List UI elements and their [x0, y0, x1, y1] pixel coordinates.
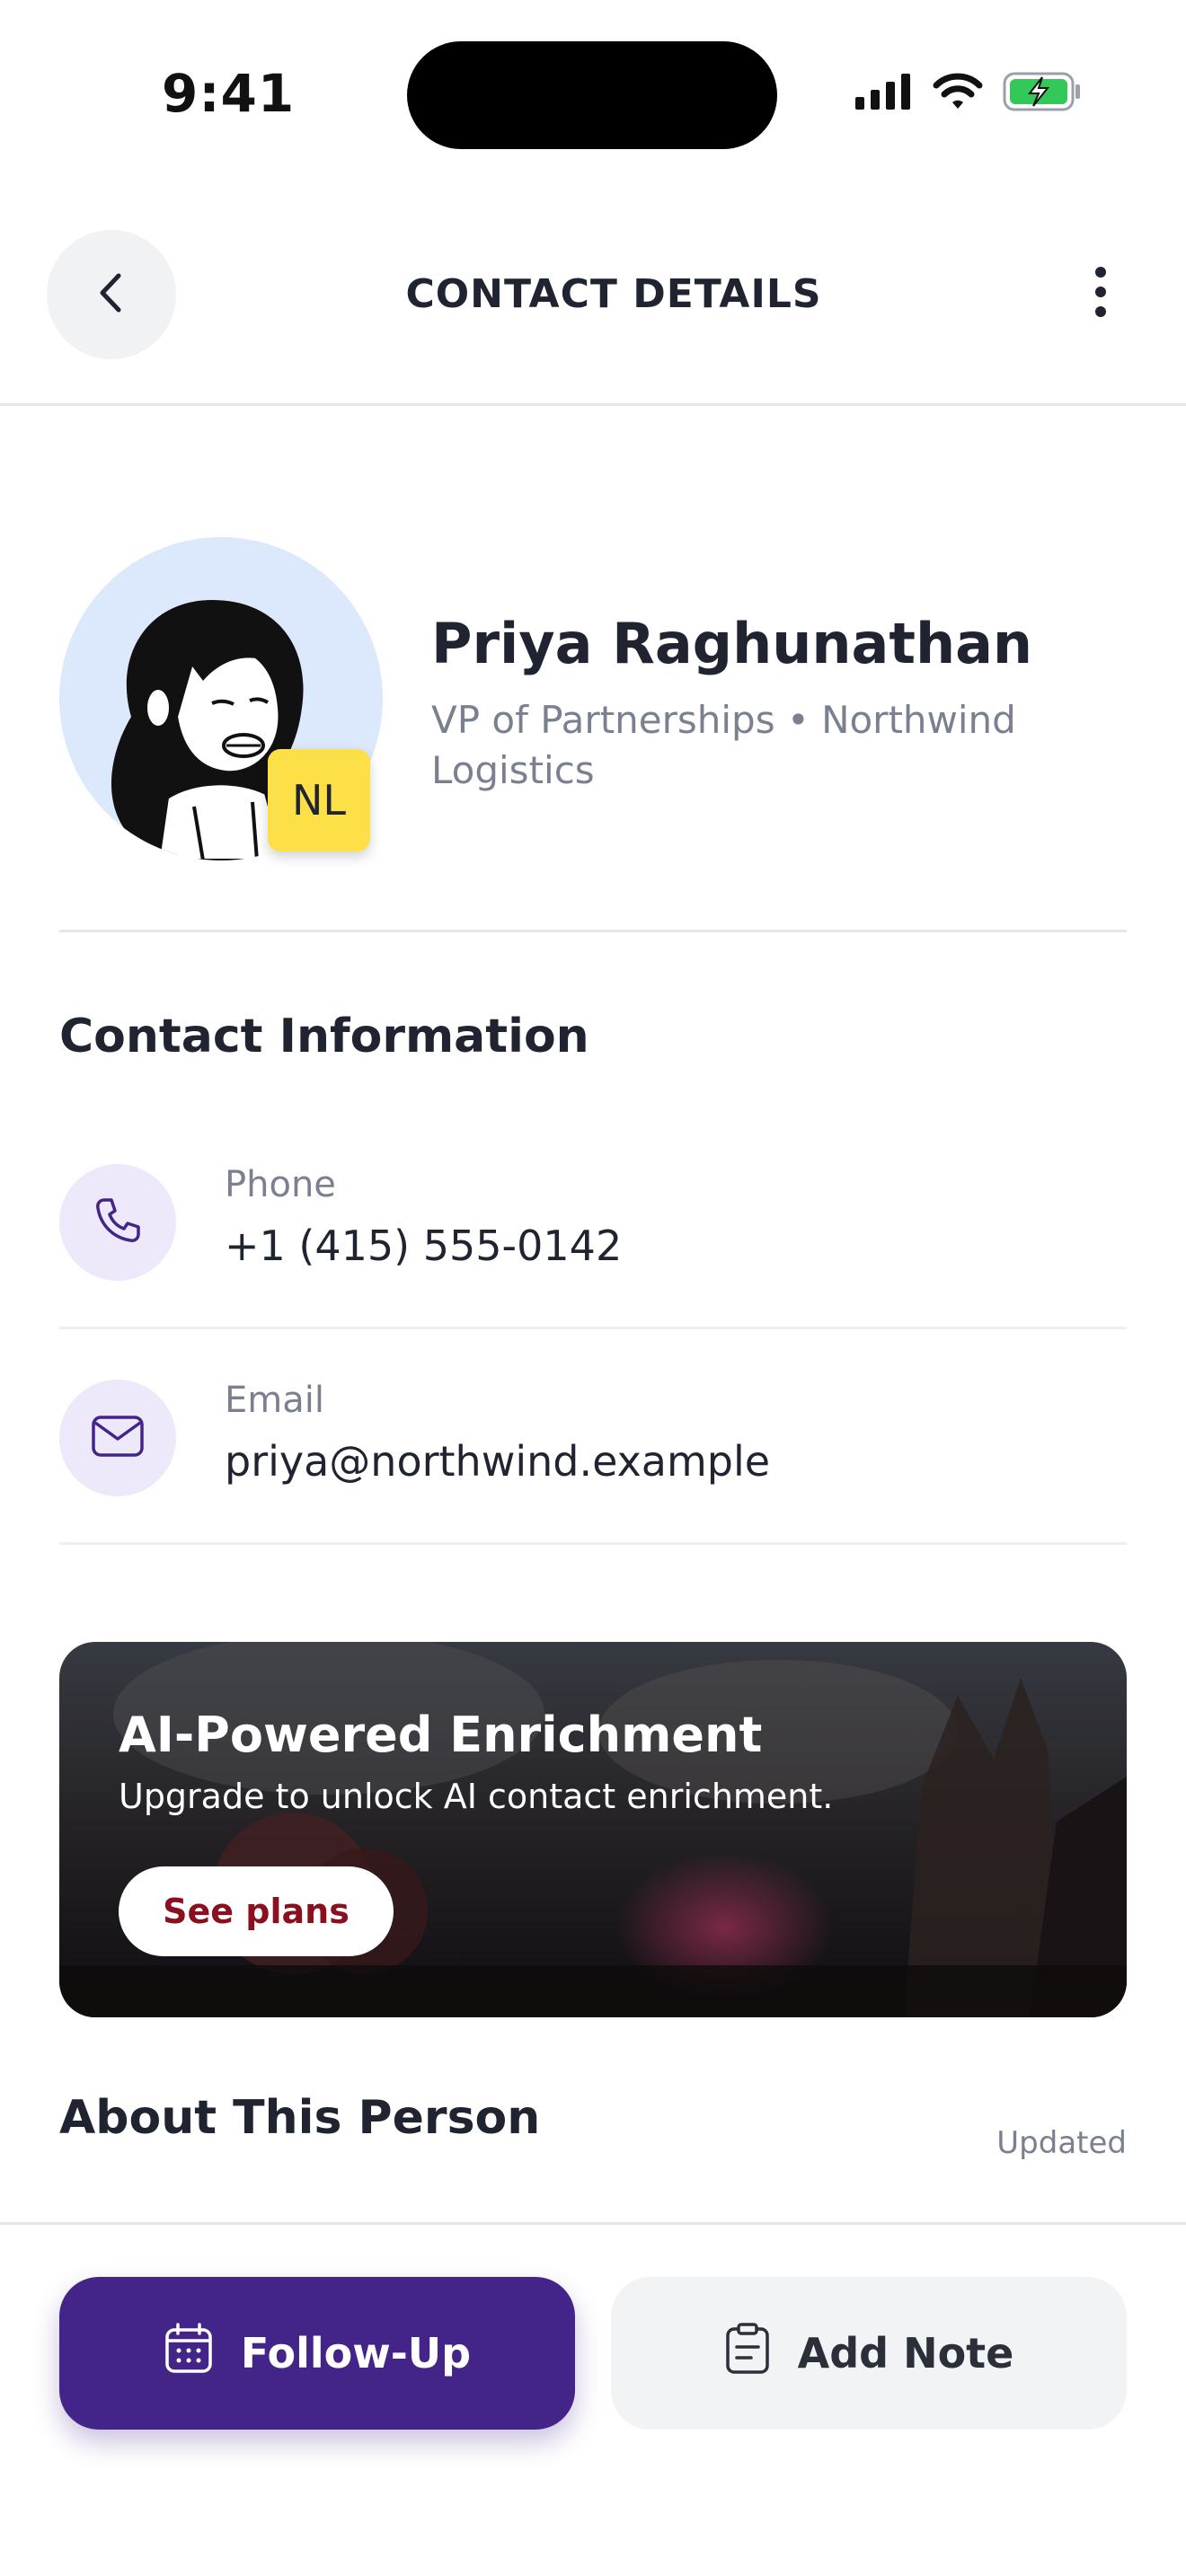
note-icon — [724, 2322, 771, 2386]
phone-label: Phone — [225, 1164, 336, 1205]
more-vertical-icon — [1092, 265, 1110, 322]
promo-title: AI-Powered Enrichment — [119, 1707, 763, 1763]
more-options-button[interactable] — [1051, 244, 1150, 343]
email-row[interactable]: Email priya@northwind.example — [59, 1329, 1127, 1545]
email-icon-wrap — [59, 1380, 176, 1496]
profile-header: NL Priya Raghunathan VP of Partnerships … — [59, 537, 1127, 932]
follow-up-label: Follow-Up — [240, 2329, 472, 2378]
see-plans-button[interactable]: See plans — [119, 1866, 394, 1956]
company-badge: NL — [268, 749, 370, 851]
ai-enrichment-card: AI-Powered Enrichment Upgrade to unlock … — [59, 1642, 1127, 2017]
promo-background-image — [59, 1642, 1127, 2017]
about-title: About This Person — [59, 2091, 541, 2145]
email-value[interactable]: priya@northwind.example — [225, 1437, 770, 1486]
status-bar: 9:41 — [0, 0, 1186, 180]
status-icons — [855, 72, 1082, 115]
add-note-button[interactable]: Add Note — [611, 2277, 1127, 2430]
phone-value[interactable]: +1 (415) 555-0142 — [225, 1222, 622, 1270]
dynamic-island — [407, 41, 777, 149]
follow-up-button[interactable]: Follow-Up — [59, 2277, 575, 2430]
wifi-icon — [933, 73, 983, 114]
signal-icon — [855, 74, 913, 113]
top-nav: CONTACT DETAILS — [0, 226, 1186, 406]
contact-name: Priya Raghunathan — [431, 611, 1033, 676]
bottom-action-bar: Follow-Up Add Note — [0, 2222, 1186, 2576]
promo-subtitle: Upgrade to unlock AI contact enrichment. — [119, 1777, 834, 1816]
add-note-label: Add Note — [797, 2329, 1014, 2378]
contact-role: VP of Partnerships • Northwind Logistics — [431, 698, 1016, 792]
phone-icon — [92, 1195, 144, 1250]
phone-icon-wrap — [59, 1164, 176, 1281]
status-time: 9:41 — [162, 63, 296, 124]
battery-charging-icon — [1003, 72, 1082, 115]
calendar-icon — [164, 2322, 214, 2385]
about-updated-label: Updated — [996, 2125, 1127, 2161]
phone-row[interactable]: Phone +1 (415) 555-0142 — [59, 1114, 1127, 1329]
page-title: CONTACT DETAILS — [405, 271, 822, 317]
contact-info-title: Contact Information — [59, 1010, 589, 1063]
email-label: Email — [225, 1380, 324, 1421]
mail-icon — [90, 1414, 146, 1462]
